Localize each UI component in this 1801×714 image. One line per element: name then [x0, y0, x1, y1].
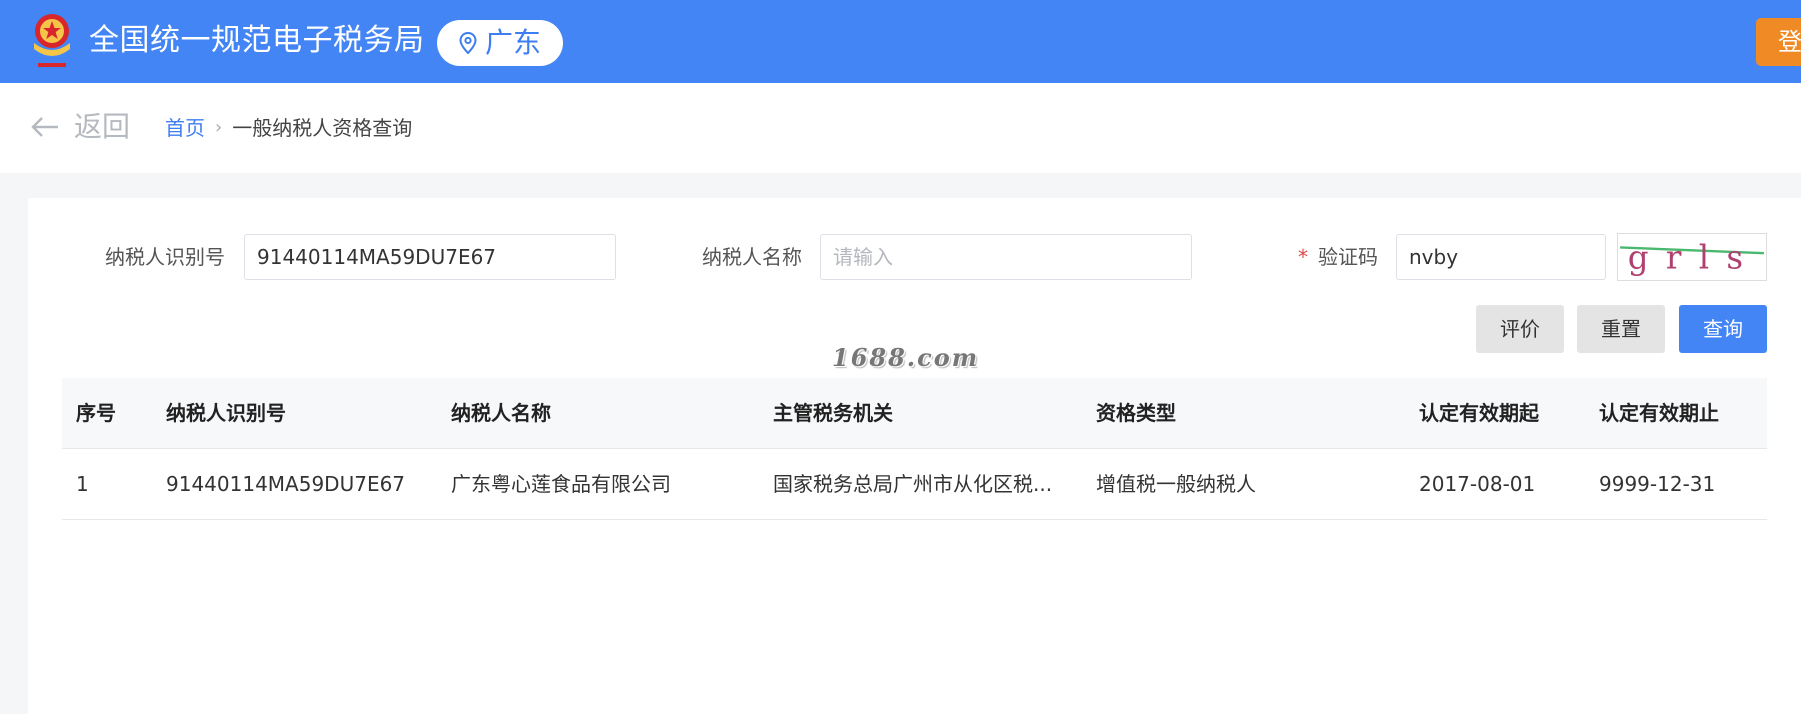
captcha-label: * 验证码: [1298, 242, 1378, 272]
column-header: 主管税务机关: [773, 401, 893, 425]
back-button[interactable]: 返回: [30, 107, 130, 147]
breadcrumb-home-link[interactable]: 首页: [165, 113, 205, 143]
evaluate-button[interactable]: 评价: [1476, 305, 1564, 353]
table-cell: 增值税一般纳税人: [1096, 472, 1256, 496]
required-mark: *: [1298, 245, 1308, 269]
captcha-input[interactable]: [1396, 234, 1606, 280]
watermark-text: 1688.com: [832, 343, 980, 372]
table-cell: 2017-08-01: [1419, 472, 1536, 496]
breadcrumb: 首页 › 一般纳税人资格查询: [165, 113, 412, 143]
arrow-left-icon: [31, 117, 58, 137]
back-label: 返回: [74, 110, 131, 143]
table-row[interactable]: 1 91440114MA59DU7E67 广东粤心莲食品有限公司 国家税务总局广…: [62, 449, 1767, 520]
table-cell: 广东粤心莲食品有限公司: [451, 472, 671, 496]
breadcrumb-separator: ›: [215, 117, 223, 138]
table-cell: 1: [76, 472, 89, 496]
site-title: 全国统一规范电子税务局: [89, 23, 425, 58]
taxpayer-id-input[interactable]: [244, 234, 616, 280]
table-header: 序号 纳税人识别号 纳税人名称 主管税务机关 资格类型 认定有效期起 认定有效期…: [62, 378, 1767, 449]
column-header: 纳税人名称: [451, 401, 551, 425]
column-header: 纳税人识别号: [166, 401, 286, 425]
breadcrumb-current: 一般纳税人资格查询: [232, 116, 413, 140]
results-table: 序号 纳税人识别号 纳税人名称 主管税务机关 资格类型 认定有效期起 认定有效期…: [62, 378, 1767, 520]
query-button[interactable]: 查询: [1679, 305, 1767, 353]
taxpayer-name-input[interactable]: [820, 234, 1192, 280]
nav-bar: 返回 首页 › 一般纳税人资格查询: [0, 83, 1801, 173]
table-cell: 国家税务总局广州市从化区税...: [773, 472, 1053, 496]
captcha-label-text: 验证码: [1318, 245, 1378, 269]
tax-emblem-icon: [34, 14, 70, 67]
column-header: 认定有效期起: [1419, 401, 1539, 425]
captcha-image-text: grls: [1628, 239, 1761, 277]
column-header: 认定有效期止: [1599, 401, 1719, 425]
column-header: 序号: [76, 401, 116, 425]
taxpayer-id-label: 纳税人识别号: [105, 245, 225, 269]
captcha-image[interactable]: grls: [1617, 233, 1767, 281]
region-name: 广东: [484, 26, 541, 59]
table-cell: 9999-12-31: [1599, 472, 1716, 496]
region-selector[interactable]: 广东: [437, 20, 563, 66]
login-button[interactable]: 登: [1756, 18, 1801, 66]
location-pin-icon: [459, 32, 477, 54]
top-header: 全国统一规范电子税务局 广东 登: [0, 0, 1801, 83]
taxpayer-name-label: 纳税人名称: [702, 245, 802, 269]
column-header: 资格类型: [1096, 401, 1176, 425]
reset-button[interactable]: 重置: [1577, 305, 1665, 353]
table-cell: 91440114MA59DU7E67: [166, 472, 406, 496]
